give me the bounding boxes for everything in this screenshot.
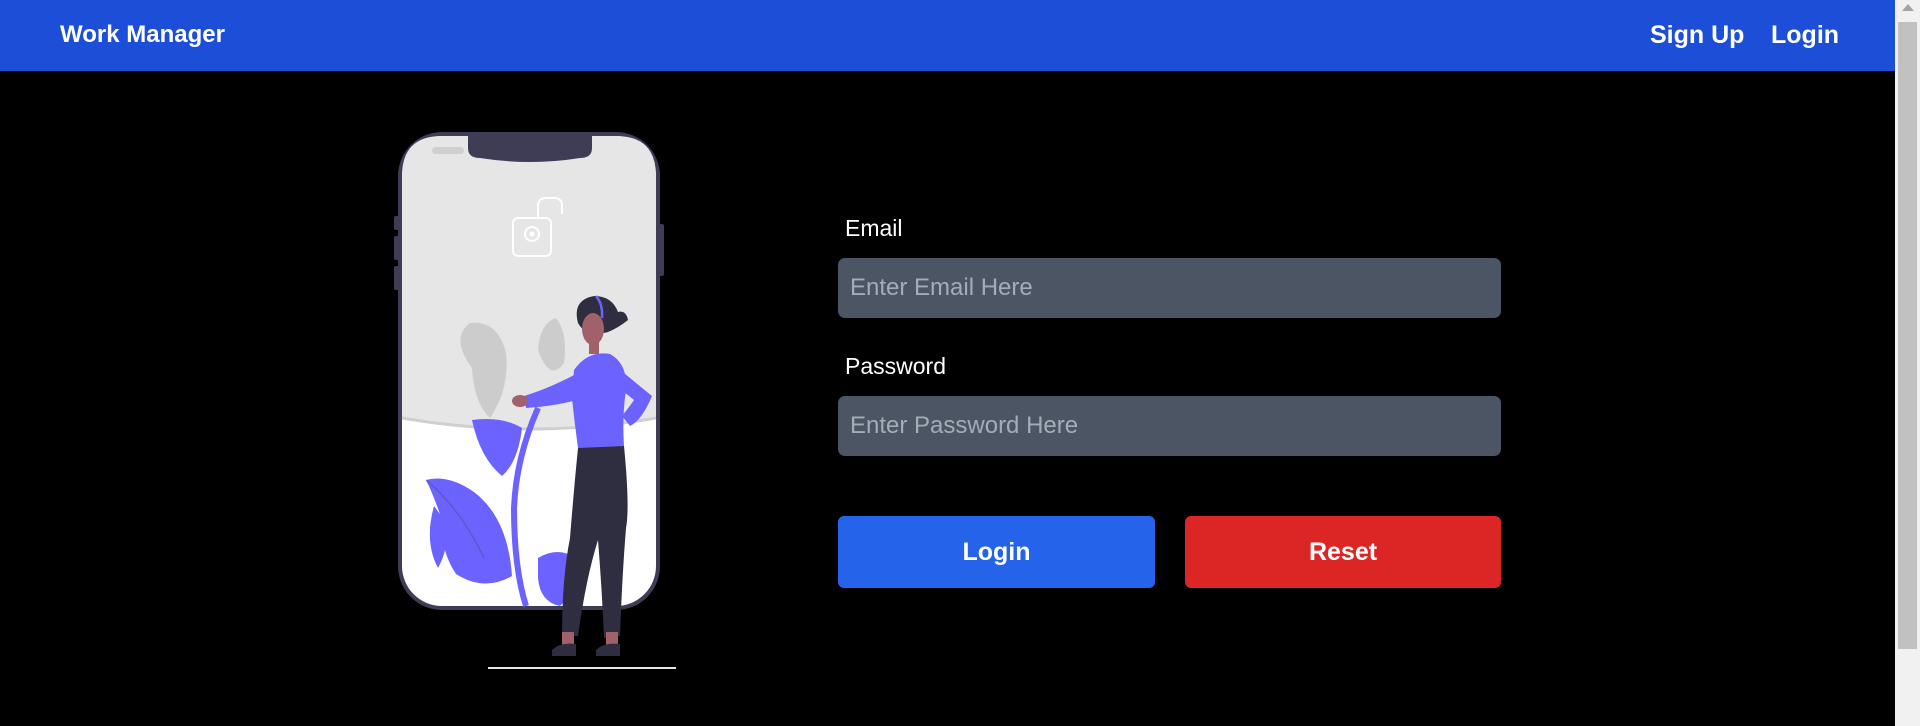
scrollbar-thumb[interactable] <box>1898 22 1917 649</box>
ground-line <box>488 667 676 669</box>
phone-notch <box>468 132 592 162</box>
phone-speaker <box>432 147 464 154</box>
reset-button[interactable]: Reset <box>1185 516 1501 588</box>
brand-title[interactable]: Work Manager <box>60 20 225 50</box>
vertical-scrollbar[interactable] <box>1895 0 1920 726</box>
nav-signup-link[interactable]: Sign Up <box>1650 20 1744 50</box>
password-input[interactable] <box>838 396 1501 456</box>
login-illustration <box>394 132 676 669</box>
nav-login-link[interactable]: Login <box>1771 20 1839 50</box>
email-label: Email <box>845 215 903 241</box>
password-label: Password <box>845 353 946 379</box>
login-button[interactable]: Login <box>838 516 1155 588</box>
scroll-up-arrow-icon[interactable] <box>1902 4 1914 11</box>
email-input[interactable] <box>838 258 1501 318</box>
navbar: Work Manager Sign Up Login <box>0 0 1895 71</box>
